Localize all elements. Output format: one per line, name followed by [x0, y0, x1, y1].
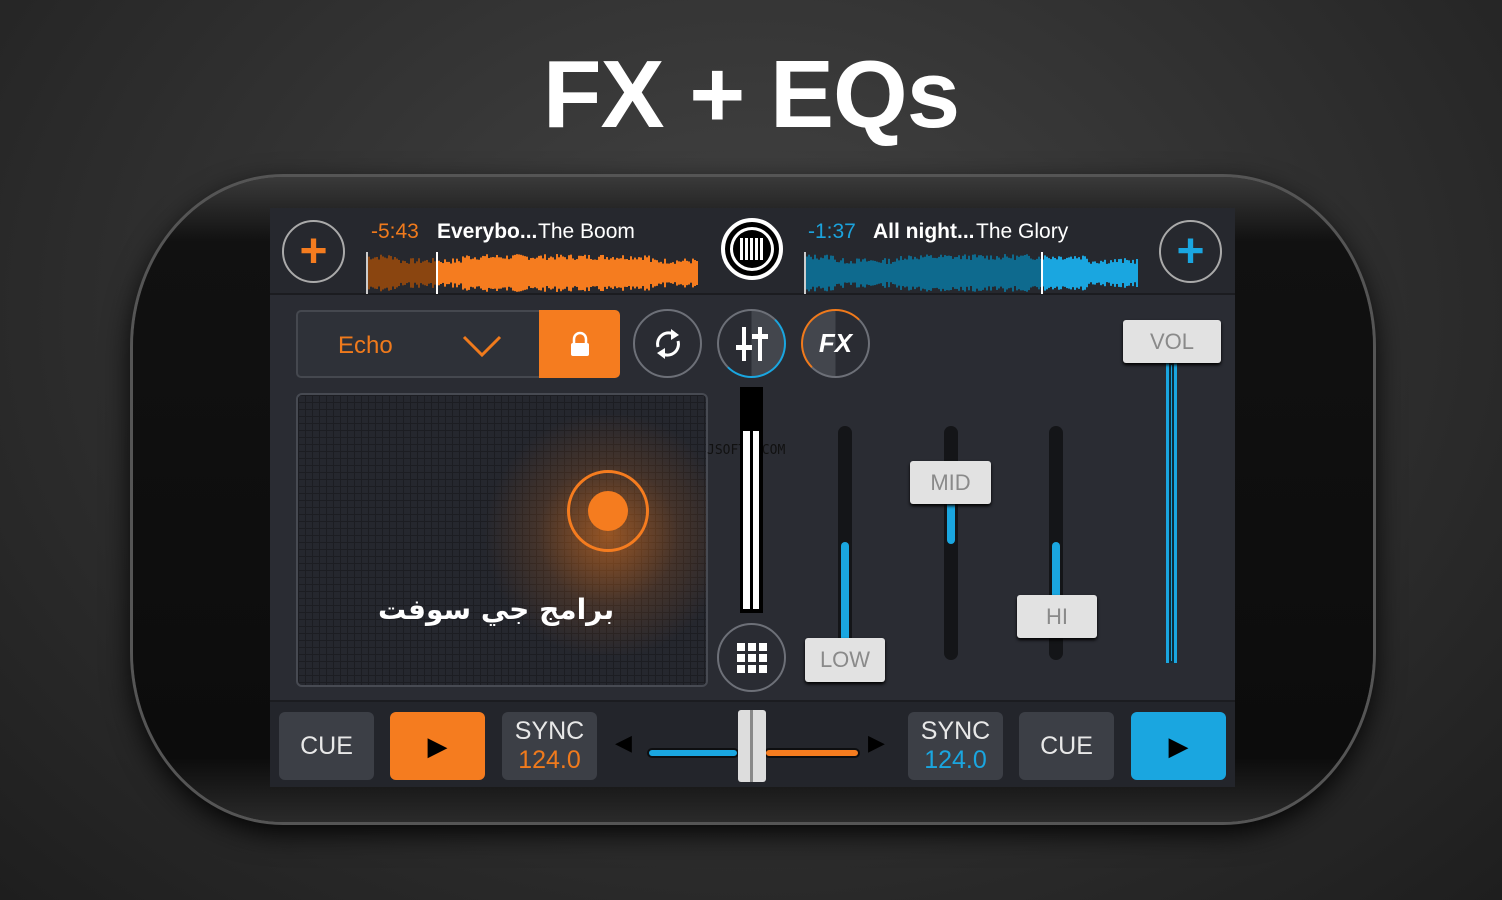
add-track-right-button[interactable]: + [1159, 220, 1222, 283]
cue-right-button[interactable]: CUE [1019, 712, 1114, 780]
grid-icon [736, 642, 767, 673]
cue-left-button[interactable]: CUE [279, 712, 374, 780]
crossfader-right-arrow-icon[interactable]: ▶ [868, 730, 885, 756]
bpm-left: 124.0 [518, 746, 581, 774]
bpm-right: 124.0 [924, 746, 987, 774]
play-icon: ▶ [427, 730, 448, 761]
sync-label: SYNC [514, 717, 585, 745]
plus-icon: + [299, 224, 328, 278]
vu-meter [740, 387, 763, 613]
deck-right-waveform[interactable] [804, 252, 1138, 294]
loop-button[interactable] [633, 309, 702, 378]
fx-tab-button[interactable]: FX [801, 309, 870, 378]
mixer-sliders-icon [735, 326, 768, 361]
vinyl-logo-icon[interactable] [721, 218, 783, 280]
playhead [1041, 252, 1043, 294]
sync-label: SYNC [920, 717, 991, 745]
grid-button[interactable] [717, 623, 786, 692]
app-screen: + -5:43 Everybo... The Boom -1:37 All ni… [270, 208, 1235, 787]
loop-icon [655, 328, 680, 359]
playhead [436, 252, 438, 294]
fx-icon: FX [818, 328, 853, 358]
crossfader-right-track [764, 748, 860, 758]
volume-handle[interactable]: VOL [1123, 320, 1221, 363]
add-track-left-button[interactable]: + [282, 220, 345, 283]
xy-pad-cursor[interactable] [567, 470, 649, 552]
plus-icon: + [1176, 224, 1205, 278]
fx-dropdown[interactable]: Echo [296, 310, 620, 378]
page-title: FX + EQs [542, 41, 960, 148]
eq-low-handle[interactable]: LOW [805, 638, 885, 682]
crossfader-handle[interactable] [738, 710, 766, 782]
fx-xy-pad[interactable]: برامج جي سوفت [296, 393, 708, 687]
eq-low-slider[interactable] [838, 426, 852, 660]
lock-icon [570, 331, 589, 356]
deck-header: + -5:43 Everybo... The Boom -1:37 All ni… [270, 208, 1235, 295]
fx-lock-button[interactable] [539, 310, 620, 378]
fx-selected-label: Echo [338, 332, 393, 359]
mixer-tab-button[interactable] [717, 309, 786, 378]
eq-hi-handle[interactable]: HI [1017, 595, 1097, 638]
play-right-button[interactable]: ▶ [1131, 712, 1226, 780]
crossfader-left-track [647, 748, 739, 758]
play-icon: ▶ [1168, 730, 1189, 761]
sync-left-button[interactable]: SYNC 124.0 [502, 712, 597, 780]
deck-left-title: Everybo... [437, 220, 538, 243]
watermark-arabic: برامج جي سوفت [378, 593, 615, 626]
eq-mid-handle[interactable]: MID [910, 461, 991, 504]
play-left-button[interactable]: ▶ [390, 712, 485, 780]
deck-right-time: -1:37 [808, 220, 856, 243]
deck-right-title: All night... [873, 220, 975, 243]
transport-bar: CUE ▶ SYNC 124.0 ◀ ▶ SYNC 124.0 CUE ▶ [270, 700, 1235, 787]
chevron-down-icon [462, 335, 502, 358]
volume-slider[interactable] [1166, 363, 1177, 663]
deck-left-artist: The Boom [538, 220, 635, 243]
deck-right-artist: The Glory [976, 220, 1069, 243]
deck-left-waveform[interactable] [366, 252, 698, 294]
deck-left-time: -5:43 [371, 220, 419, 243]
crossfader-left-arrow-icon[interactable]: ◀ [615, 730, 632, 756]
sync-right-button[interactable]: SYNC 124.0 [908, 712, 1003, 780]
